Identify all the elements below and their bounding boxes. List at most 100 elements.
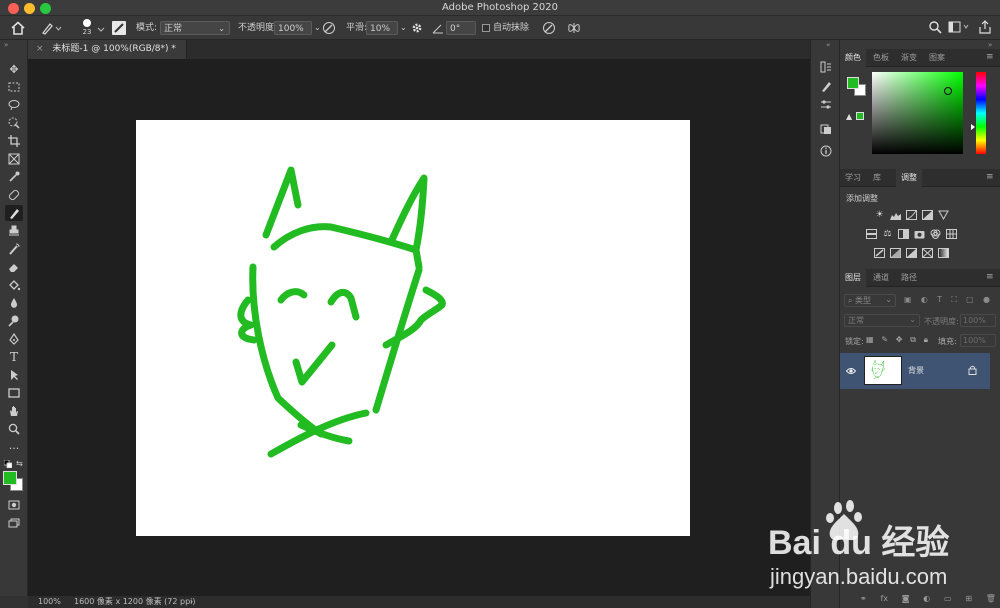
posterize-icon[interactable]: [890, 248, 901, 258]
chevron-down-icon[interactable]: [97, 25, 105, 32]
brush-preview[interactable]: 23: [80, 19, 94, 39]
exposure-icon[interactable]: [922, 210, 933, 220]
info-icon[interactable]: [818, 143, 834, 159]
gradient-map-icon[interactable]: [938, 248, 949, 258]
blur-tool-icon[interactable]: [5, 295, 23, 311]
search-icon[interactable]: [928, 20, 942, 34]
type-filter-icon[interactable]: T: [937, 295, 942, 306]
crop-tool-icon[interactable]: [5, 133, 23, 149]
move-tool-icon[interactable]: ✥: [5, 61, 23, 77]
rectangle-tool-icon[interactable]: [5, 385, 23, 401]
default-colors-icon[interactable]: [3, 459, 13, 469]
fill-field[interactable]: 100%: [960, 334, 996, 347]
black-white-icon[interactable]: [898, 229, 909, 239]
color-field[interactable]: [872, 72, 963, 154]
collapse-icon[interactable]: »: [988, 41, 992, 49]
pen-tool-icon[interactable]: [5, 331, 23, 347]
hand-tool-icon[interactable]: [5, 403, 23, 419]
eraser-tool-icon[interactable]: [5, 259, 23, 275]
tab-swatches[interactable]: 色板: [868, 49, 894, 67]
workspace-switcher-icon[interactable]: [948, 21, 970, 33]
layer-name[interactable]: 背景: [908, 365, 924, 376]
mode-select[interactable]: 正常 ⌄: [160, 21, 230, 35]
layer-opacity-field[interactable]: 100%: [960, 314, 996, 327]
paint-bucket-tool-icon[interactable]: [5, 277, 23, 293]
swap-colors-icon[interactable]: ⇆: [16, 459, 23, 468]
zoom-tool-icon[interactable]: [5, 421, 23, 437]
eyedropper-tool-icon[interactable]: [5, 169, 23, 185]
filter-toggle-icon[interactable]: ●: [983, 295, 990, 306]
layer-row[interactable]: 背景: [840, 353, 990, 389]
hue-slider[interactable]: [971, 72, 986, 154]
document-info[interactable]: 1600 像素 x 1200 像素 (72 ppi): [74, 596, 196, 608]
tab-patterns[interactable]: 图案: [924, 49, 950, 67]
lock-position-icon[interactable]: ✥: [896, 335, 903, 346]
panel-foreground-swatch[interactable]: [847, 77, 859, 89]
brightness-contrast-icon[interactable]: ☀: [874, 210, 885, 220]
panel-menu-icon[interactable]: ≡: [986, 52, 994, 62]
blend-mode-select[interactable]: 正常 ⌄: [844, 314, 920, 327]
levels-icon[interactable]: [890, 210, 901, 220]
gear-icon[interactable]: [410, 21, 424, 35]
brush-tool-icon[interactable]: [5, 205, 23, 221]
tab-paths[interactable]: 路径: [896, 269, 922, 287]
panel-menu-icon[interactable]: ≡: [986, 272, 994, 282]
adjustment-filter-icon[interactable]: ◐: [921, 295, 928, 306]
frame-tool-icon[interactable]: [5, 151, 23, 167]
brush-settings-icon[interactable]: [112, 21, 126, 35]
properties-panel-icon[interactable]: [818, 96, 834, 112]
color-picker-handle[interactable]: [944, 87, 952, 95]
pressure-opacity-icon[interactable]: [322, 21, 336, 35]
healing-brush-tool-icon[interactable]: [5, 187, 23, 203]
web-safe-color-swatch[interactable]: [856, 112, 864, 120]
opacity-field[interactable]: 100%: [274, 21, 312, 35]
dodge-tool-icon[interactable]: [5, 313, 23, 329]
home-icon[interactable]: [10, 20, 26, 36]
collapse-icon[interactable]: »: [4, 41, 8, 49]
pressure-size-icon[interactable]: [542, 21, 556, 35]
lock-pixels-icon[interactable]: ✎: [881, 335, 888, 346]
color-lookup-icon[interactable]: [946, 229, 957, 239]
panel-menu-icon[interactable]: ≡: [986, 172, 994, 182]
type-tool-icon[interactable]: T: [5, 349, 23, 365]
foreground-color-swatch[interactable]: [3, 471, 17, 485]
hue-slider-handle[interactable]: [971, 124, 975, 130]
more-tools-icon[interactable]: ···: [5, 440, 23, 456]
channel-mixer-icon[interactable]: [930, 229, 941, 239]
shape-filter-icon[interactable]: ⛶: [951, 295, 957, 306]
marquee-tool-icon[interactable]: [5, 79, 23, 95]
invert-icon[interactable]: [874, 248, 885, 258]
layer-filter-select[interactable]: ⌕ 类型 ⌄: [844, 294, 896, 307]
document-canvas[interactable]: [136, 120, 690, 536]
trash-icon[interactable]: 🗑︎: [986, 594, 996, 604]
tab-layers[interactable]: 图层: [840, 269, 866, 287]
share-icon[interactable]: [978, 20, 992, 34]
chevron-down-icon[interactable]: ⌄: [314, 21, 321, 35]
tab-libraries[interactable]: 库: [868, 169, 886, 187]
curves-icon[interactable]: [906, 210, 917, 220]
tab-adjustments[interactable]: 调整: [896, 169, 922, 187]
screen-mode-icon[interactable]: [5, 515, 23, 531]
tab-learn[interactable]: 学习: [840, 169, 866, 187]
tab-gradients[interactable]: 渐变: [896, 49, 922, 67]
smart-object-filter-icon[interactable]: ▢: [966, 295, 974, 306]
tab-color[interactable]: 颜色: [840, 49, 866, 67]
collapse-icon[interactable]: «: [826, 41, 830, 49]
lock-all-icon[interactable]: 🔒︎: [924, 335, 928, 346]
zoom-level[interactable]: 100%: [38, 596, 61, 608]
tab-channels[interactable]: 通道: [868, 269, 894, 287]
close-tab-icon[interactable]: ×: [36, 44, 44, 54]
symmetry-icon[interactable]: [566, 20, 582, 36]
history-brush-tool-icon[interactable]: [5, 241, 23, 257]
chevron-down-icon[interactable]: ⌄: [400, 21, 407, 35]
vibrance-icon[interactable]: [938, 210, 949, 220]
selective-color-icon[interactable]: [922, 248, 933, 258]
canvas-workspace[interactable]: [28, 59, 810, 596]
pixel-filter-icon[interactable]: ▣: [904, 295, 912, 306]
quick-mask-icon[interactable]: [5, 497, 23, 513]
lock-transparent-icon[interactable]: ▦: [866, 335, 874, 346]
lock-artboard-icon[interactable]: ⧉: [910, 335, 916, 346]
chevron-right-icon[interactable]: ›: [190, 596, 193, 608]
hue-saturation-icon[interactable]: [866, 229, 877, 239]
auto-erase-checkbox[interactable]: [482, 24, 490, 32]
